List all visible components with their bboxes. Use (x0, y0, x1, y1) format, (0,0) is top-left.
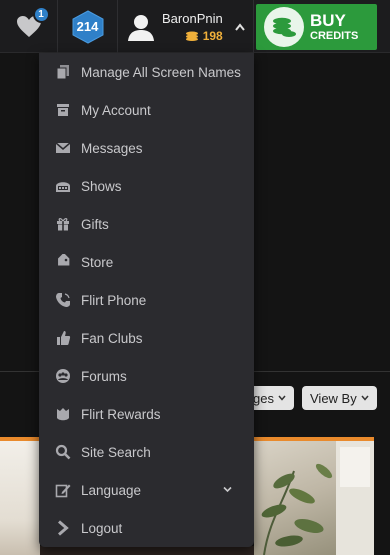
chevron-down-icon (361, 395, 369, 401)
chevron-right-icon (55, 520, 71, 536)
coins-icon (185, 31, 198, 41)
edit-icon (55, 482, 71, 498)
search-icon (55, 444, 71, 460)
avatar-icon (128, 14, 154, 41)
plant-image (261, 441, 374, 555)
menu-item-label: Forums (81, 368, 127, 384)
menu-item-logout[interactable]: Logout (39, 509, 254, 547)
rewards-icon (55, 406, 71, 422)
hexagon-badge-icon: 214 (72, 9, 104, 44)
performer-thumbnail[interactable] (254, 441, 374, 555)
favorites-button[interactable]: 1 (0, 0, 58, 53)
menu-item-messages[interactable]: Messages (39, 129, 254, 167)
coin-stack-icon (264, 7, 304, 47)
menu-item-label: My Account (81, 102, 151, 118)
phone-icon (55, 292, 71, 308)
view-by-label: View By (310, 390, 357, 406)
view-by-button[interactable]: View By (302, 386, 377, 410)
menu-item-site-search[interactable]: Site Search (39, 433, 254, 471)
menu-item-store[interactable]: Store (39, 243, 254, 281)
shows-icon (55, 178, 71, 194)
level-badge-button[interactable]: 214 (58, 0, 118, 53)
menu-item-label: Gifts (81, 216, 109, 232)
menu-item-my-account[interactable]: My Account (39, 91, 254, 129)
envelope-icon (55, 140, 71, 156)
account-icon (55, 102, 71, 118)
buy-label: BUY (310, 10, 346, 30)
menu-item-label: Shows (81, 178, 122, 194)
performer-thumbnail[interactable] (0, 441, 40, 555)
menu-item-label: Logout (81, 520, 123, 536)
menu-item-label: Flirt Rewards (81, 406, 161, 422)
heart-icon: 1 (16, 5, 50, 39)
caret-up-icon (234, 22, 245, 31)
credits-label: CREDITS (310, 29, 359, 42)
menu-item-label: Language (81, 482, 142, 498)
user-menu-toggle[interactable]: BaronPnin 198 (118, 0, 254, 53)
menu-item-forums[interactable]: Forums (39, 357, 254, 395)
forums-icon (55, 368, 71, 384)
menu-item-flirt-phone[interactable]: Flirt Phone (39, 281, 254, 319)
tag-icon (55, 254, 71, 270)
chevron-down-icon (278, 395, 286, 401)
user-dropdown-menu: Manage All Screen Names My Account Messa… (39, 53, 254, 547)
level-badge-value: 214 (76, 19, 99, 34)
menu-item-label: Manage All Screen Names (81, 64, 241, 80)
menu-item-language[interactable]: Language (39, 471, 254, 509)
menu-item-shows[interactable]: Shows (39, 167, 254, 205)
chevron-down-icon (223, 486, 232, 493)
performer-thumbnail[interactable] (40, 546, 254, 555)
menu-item-label: Flirt Phone (81, 292, 147, 308)
menu-item-flirt-rewards[interactable]: Flirt Rewards (39, 395, 254, 433)
images-filter-label: ges (253, 390, 274, 406)
menu-item-manage-screen-names[interactable]: Manage All Screen Names (39, 53, 254, 91)
username: BaronPnin (162, 10, 223, 26)
menu-item-label: Site Search (81, 444, 151, 460)
screen-names-icon (55, 64, 71, 80)
thumbs-up-icon (55, 330, 71, 346)
menu-item-label: Store (81, 254, 114, 270)
menu-item-gifts[interactable]: Gifts (39, 205, 254, 243)
credit-count: 198 (202, 28, 223, 43)
favorites-count-badge: 1 (32, 5, 50, 23)
top-bar: 1 214 BaronPnin 198 BUY CREDITS (0, 0, 390, 53)
menu-item-label: Fan Clubs (81, 330, 143, 346)
menu-item-fan-clubs[interactable]: Fan Clubs (39, 319, 254, 357)
gift-icon (55, 216, 71, 232)
menu-item-label: Messages (81, 140, 143, 156)
buy-credits-button[interactable]: BUY CREDITS (256, 4, 377, 50)
